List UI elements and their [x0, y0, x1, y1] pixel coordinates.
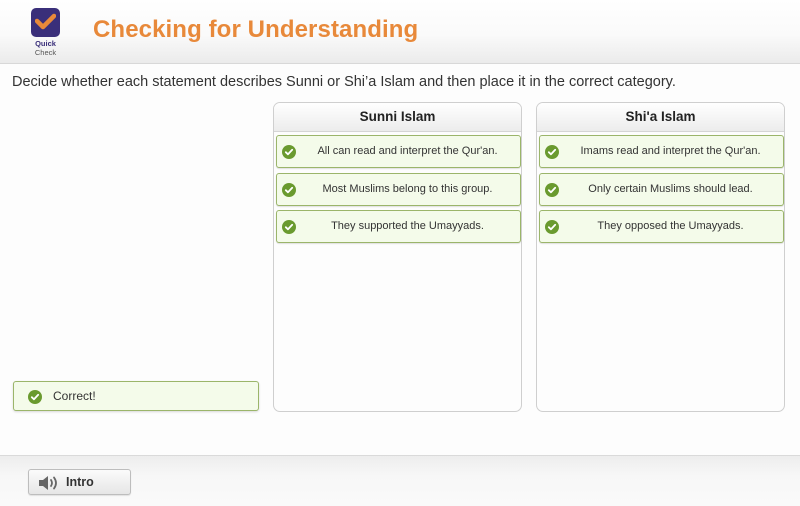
category-sunni-islam[interactable]: Sunni Islam All can read and interpret t… [273, 102, 522, 412]
statement-card[interactable]: Only certain Muslims should lead. [539, 173, 784, 206]
intro-button-label: Intro [66, 475, 94, 489]
check-circle-icon [282, 183, 296, 197]
statement-card[interactable]: They opposed the Umayyads. [539, 210, 784, 243]
statement-text: They supported the Umayyads. [331, 220, 484, 232]
logo-label: Quick Check [22, 39, 69, 57]
statement-text: All can read and interpret the Qur'an. [317, 145, 498, 157]
quick-check-logo [31, 8, 60, 37]
speaker-icon [39, 476, 57, 490]
check-circle-icon [282, 220, 296, 234]
statement-card[interactable]: All can read and interpret the Qur'an. [276, 135, 521, 168]
statement-text: Only certain Muslims should lead. [588, 183, 753, 195]
category-title: Shi'a Islam [537, 103, 784, 132]
page-title: Checking for Understanding [93, 16, 419, 43]
statement-card[interactable]: They supported the Umayyads. [276, 210, 521, 243]
header: Quick Check Checking for Understanding [0, 0, 800, 64]
intro-button[interactable]: Intro [28, 469, 131, 495]
statement-card[interactable]: Most Muslims belong to this group. [276, 173, 521, 206]
statement-text: Most Muslims belong to this group. [322, 183, 493, 195]
check-circle-icon [545, 145, 559, 159]
footer-bar: Intro [0, 455, 800, 506]
category-title: Sunni Islam [274, 103, 521, 132]
check-circle-icon [545, 183, 559, 197]
statement-text: Imams read and interpret the Qur'an. [580, 145, 761, 157]
category-shia-islam[interactable]: Shi'a Islam Imams read and interpret the… [536, 102, 785, 412]
instructions: Decide whether each statement describes … [12, 74, 676, 90]
logo-label-line2: Check [34, 48, 57, 57]
feedback-message: Correct! [13, 381, 259, 411]
feedback-text: Correct! [53, 389, 96, 403]
check-circle-icon [282, 145, 296, 159]
statement-card[interactable]: Imams read and interpret the Qur'an. [539, 135, 784, 168]
logo-label-line1: Quick [35, 39, 56, 48]
statement-text: They opposed the Umayyads. [597, 220, 744, 232]
checkmark-icon [35, 13, 56, 30]
check-circle-icon [28, 390, 42, 404]
check-circle-icon [545, 220, 559, 234]
